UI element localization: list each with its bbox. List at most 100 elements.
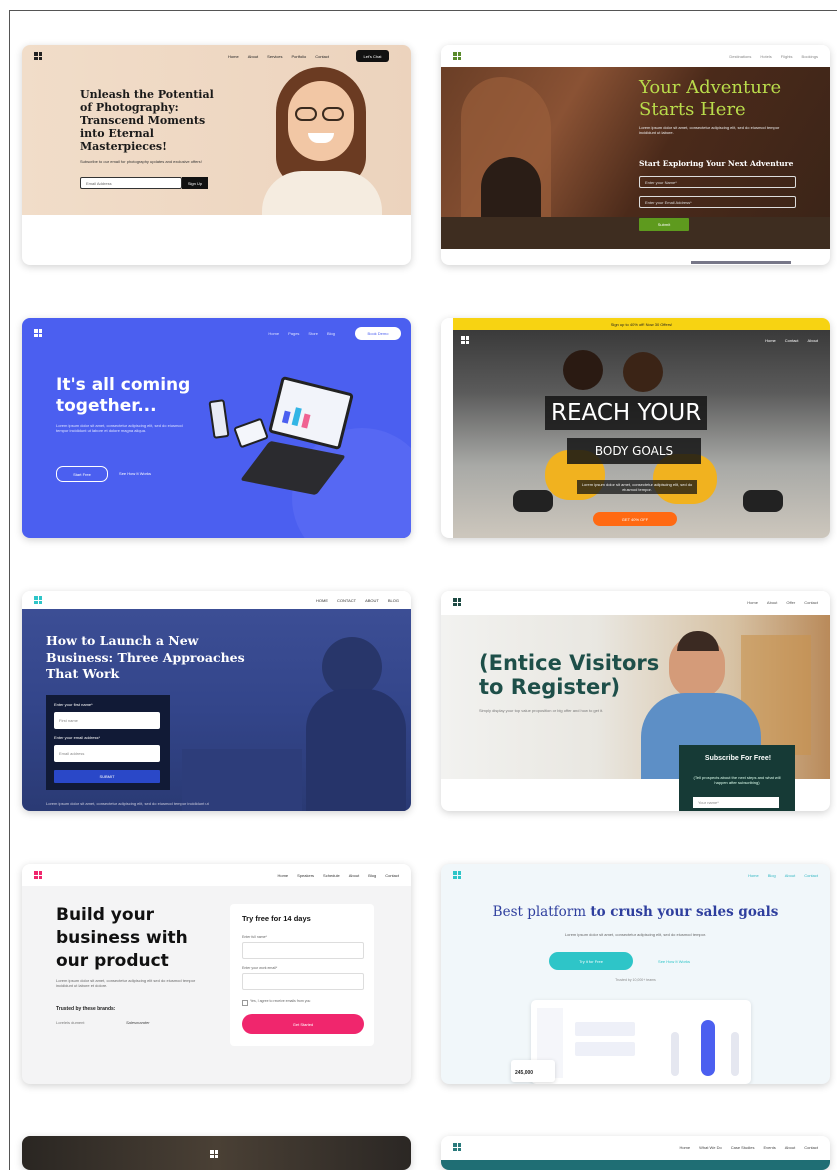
nav-link[interactable]: Store xyxy=(308,331,318,336)
nav-link[interactable]: CONTACT xyxy=(337,598,356,603)
nav-link[interactable]: Home xyxy=(765,338,776,343)
hero-body: Lorem ipsum dolor sit amet, consectetur … xyxy=(639,125,780,135)
nav-link[interactable]: About xyxy=(349,873,359,878)
logo-icon xyxy=(453,52,461,60)
hero-strip xyxy=(441,1160,830,1170)
nav-link[interactable]: About xyxy=(808,338,818,343)
consent-label: Yes, I agree to receive emails from you xyxy=(250,999,311,1003)
nav-link[interactable]: Contact xyxy=(804,1145,818,1150)
nav-link[interactable]: Contact xyxy=(785,338,799,343)
email-input[interactable]: Enter your Email Address* xyxy=(639,196,796,208)
nav-link[interactable]: Case Studies xyxy=(731,1145,755,1150)
nav-link[interactable]: About xyxy=(785,873,795,878)
template-card-photography[interactable]: Home About Services Portfolio Contact Le… xyxy=(22,45,411,265)
consent-checkbox[interactable] xyxy=(242,1000,248,1006)
hero-headline: Build your business with our product xyxy=(56,905,188,971)
trial-form: Try free for 14 days Enter full name* En… xyxy=(230,904,374,1046)
how-it-works-link[interactable]: See How It Works xyxy=(643,952,705,970)
nav-link[interactable]: Contact xyxy=(804,873,818,878)
nav-link[interactable]: Events xyxy=(764,1145,776,1150)
hero-body: Subscribe to our email for photography u… xyxy=(80,159,202,164)
nav-link[interactable]: Home xyxy=(277,873,288,878)
name-label: Enter full name* xyxy=(242,935,267,939)
hero-headline: (Entice Visitors to Register) xyxy=(479,651,660,699)
hero-subheadline: BODY GOALS xyxy=(567,438,701,464)
template-card-business-blog[interactable]: HOME CONTACT ABOUT BLOG How to Launch a … xyxy=(22,591,411,811)
nav-link[interactable]: HOME xyxy=(316,598,328,603)
logo-icon xyxy=(453,598,461,606)
template-card-adventure[interactable]: Destinations Hotels Flights Bookings You… xyxy=(441,45,830,265)
chat-button[interactable]: Let's Chat xyxy=(356,50,389,62)
headline-part: to crush your sales goals xyxy=(590,904,779,920)
trusted-label: Trusted by these brands: xyxy=(56,1006,116,1012)
submit-button[interactable]: Submit xyxy=(639,218,689,231)
discount-button[interactable]: GET 40% OFF xyxy=(593,512,677,526)
logo-icon xyxy=(453,871,461,879)
nav-link[interactable]: Hotels xyxy=(760,54,771,59)
try-free-button[interactable]: Try it for Free xyxy=(549,952,633,970)
template-card-saas-blue[interactable]: Home Pages Store Blog Book Demo It's all… xyxy=(22,318,411,538)
nav-link[interactable]: Services xyxy=(267,54,282,59)
subscribe-box: Subscribe For Free! (Tell prospects abou… xyxy=(679,745,795,811)
template-card-product[interactable]: Home Speakers Schedule About Blog Contac… xyxy=(22,864,411,1084)
nav-link[interactable]: Bookings xyxy=(802,54,818,59)
lead-form: Enter your first name* First name Enter … xyxy=(46,695,170,790)
logo-icon xyxy=(210,1150,218,1158)
nav-link[interactable]: What We Do xyxy=(699,1145,722,1150)
template-card-subscribe[interactable]: Home About Offer Contact (Entice Visitor… xyxy=(441,591,830,811)
hero-headline: Your Adventure Starts Here xyxy=(639,77,782,120)
hero-photo-athletes xyxy=(453,330,830,538)
nav-link[interactable]: Speakers xyxy=(297,873,314,878)
nav-link[interactable]: Contact xyxy=(804,600,818,605)
template-card-sales[interactable]: Home Blog About Contact Best platform to… xyxy=(441,864,830,1084)
nav-link[interactable]: Contact xyxy=(315,54,329,59)
nav-link[interactable]: About xyxy=(248,54,258,59)
first-name-label: Enter your first name* xyxy=(54,702,93,707)
book-demo-button[interactable]: Book Demo xyxy=(355,327,401,340)
name-input[interactable]: Enter your Name* xyxy=(639,176,796,188)
how-it-works-link[interactable]: See How It Works xyxy=(110,466,160,480)
brand-logo: Loreleis dument xyxy=(56,1020,85,1025)
email-input[interactable]: Email Address xyxy=(80,177,182,189)
hero-headline: REACH YOUR xyxy=(545,396,708,430)
submit-button[interactable]: SUBMIT xyxy=(54,770,160,783)
nav-link[interactable]: About xyxy=(785,1145,795,1150)
stat-card: 245,000 xyxy=(511,1060,555,1082)
footer-strip xyxy=(691,261,791,264)
hero-body: Lorem ipsum dolor sit amet, consectetur … xyxy=(564,932,707,937)
dashboard-mockup xyxy=(531,1000,751,1084)
nav-link[interactable]: BLOG xyxy=(388,598,399,603)
first-name-input[interactable]: First name xyxy=(54,712,160,729)
nav-link[interactable]: ABOUT xyxy=(365,598,379,603)
brand-logo: Salesmander xyxy=(126,1020,150,1025)
form-subheading: Start Exploring Your Next Adventure xyxy=(639,159,794,168)
email-input[interactable] xyxy=(242,973,364,990)
nav-link[interactable]: Home xyxy=(268,331,279,336)
email-input[interactable]: Email address xyxy=(54,745,160,762)
nav-link[interactable]: Home xyxy=(228,54,239,59)
nav-link[interactable]: Blog xyxy=(368,873,376,878)
signup-button[interactable]: Sign Up xyxy=(182,177,208,189)
nav-link[interactable]: Offer xyxy=(786,600,795,605)
nav-link[interactable]: Destinations xyxy=(729,54,751,59)
nav-link[interactable]: Contact xyxy=(385,873,399,878)
nav-link[interactable]: Home xyxy=(748,873,759,878)
nav-link[interactable]: About xyxy=(767,600,777,605)
nav-link[interactable]: Blog xyxy=(327,331,335,336)
nav-link[interactable]: Blog xyxy=(768,873,776,878)
email-label: Enter your email address* xyxy=(54,735,101,740)
nav-link[interactable]: Flights xyxy=(781,54,793,59)
get-started-button[interactable]: Get Started xyxy=(242,1014,364,1034)
nav-link[interactable]: Home xyxy=(679,1145,690,1150)
start-free-button[interactable]: Start Free xyxy=(56,466,108,482)
nav-link[interactable]: Schedule xyxy=(323,873,340,878)
name-input[interactable]: Your name* xyxy=(693,797,779,808)
nav-link[interactable]: Home xyxy=(747,600,758,605)
nav-link[interactable]: Pages xyxy=(288,331,299,336)
nav-link[interactable]: Portfolio xyxy=(292,54,307,59)
name-input[interactable] xyxy=(242,942,364,959)
hero-body: Simply display your top value propositio… xyxy=(479,708,604,713)
hero-headline: Best platform to crush your sales goals xyxy=(441,904,830,920)
hero-headline: How to Launch a New Business: Three Appr… xyxy=(46,633,245,681)
template-card-fitness[interactable]: Sign up to 40% off! Now 30 Offers! Home … xyxy=(441,318,830,538)
